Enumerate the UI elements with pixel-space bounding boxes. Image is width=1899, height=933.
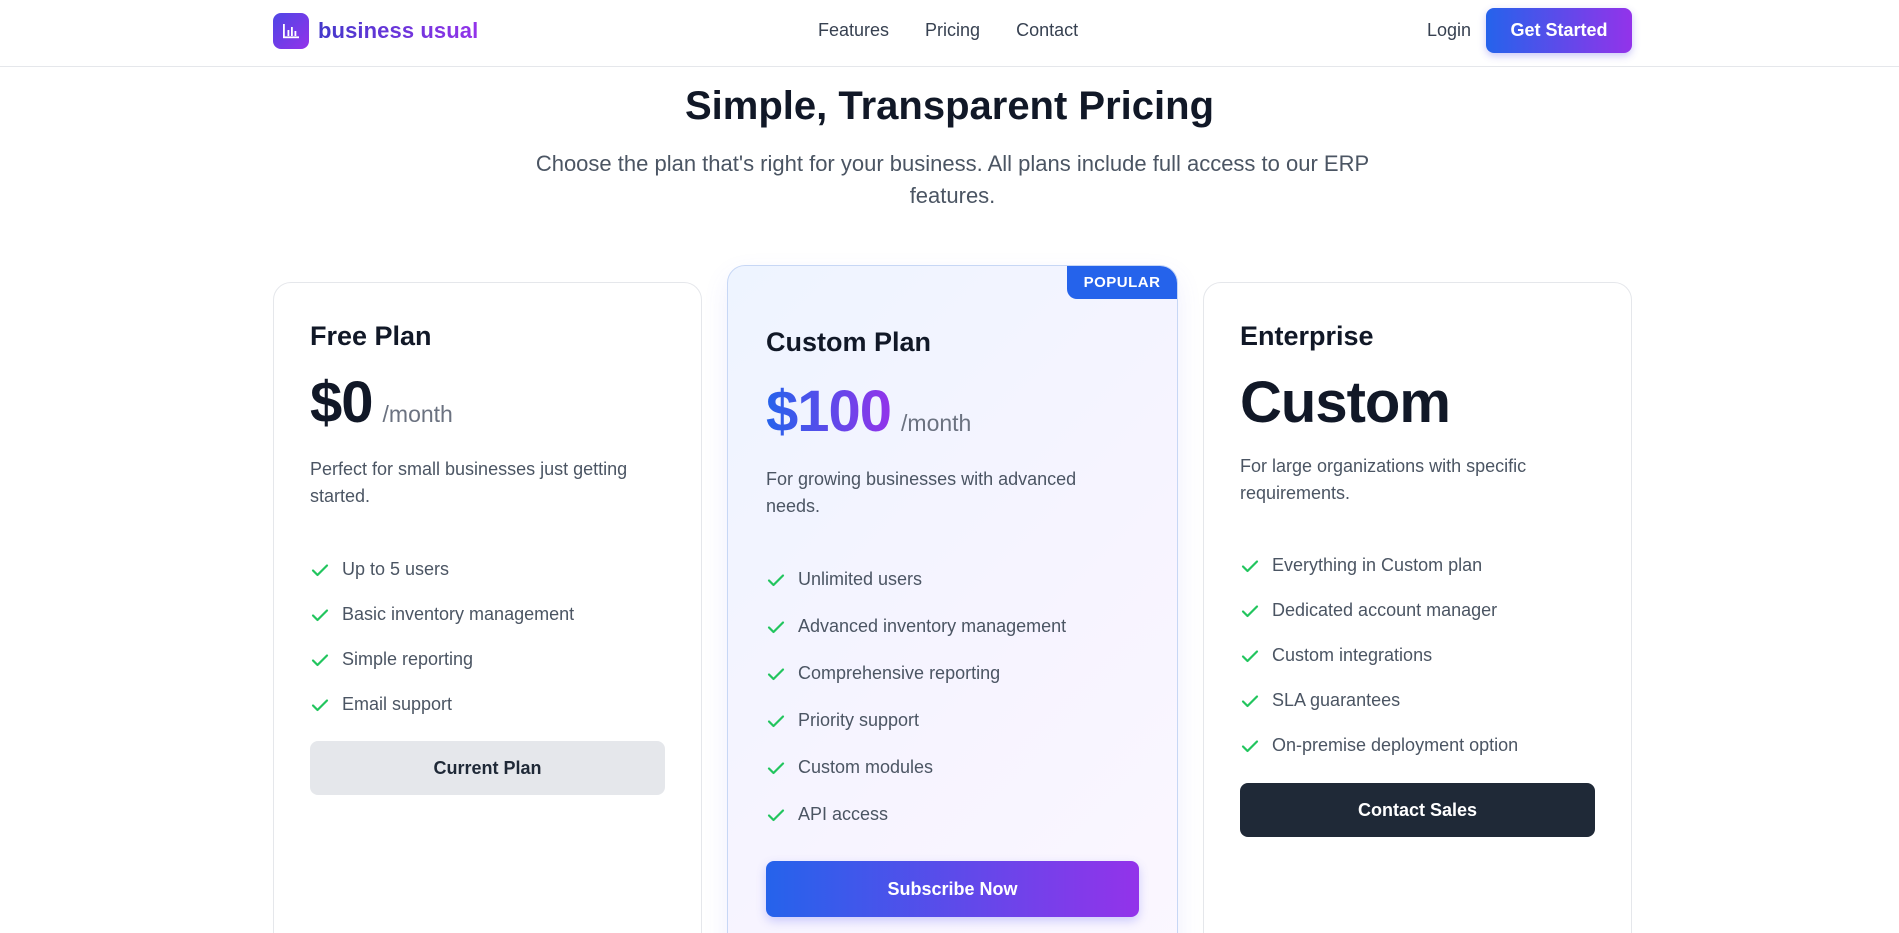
plan-description: For large organizations with specific re… <box>1240 456 1527 503</box>
price-period: /month <box>382 401 453 427</box>
pricing-card-custom: POPULAR Custom Plan $100 /month For grow… <box>727 265 1178 933</box>
plan-price: $100 /month <box>766 378 971 445</box>
plan-description: For growing businesses with advanced nee… <box>766 469 1077 516</box>
subscribe-now-button[interactable]: Subscribe Now <box>766 861 1139 917</box>
feature-item: Up to 5 users <box>310 547 574 592</box>
check-icon <box>1241 739 1259 752</box>
page-title: Simple, Transparent Pricing <box>684 84 1215 128</box>
plan-price: $0 /month <box>310 369 453 436</box>
popular-badge: POPULAR <box>1067 266 1177 299</box>
feature-item: Advanced inventory management <box>766 603 1066 650</box>
check-icon <box>767 761 785 774</box>
feature-item: Simple reporting <box>310 637 574 682</box>
current-plan-button[interactable]: Current Plan <box>310 741 665 795</box>
feature-item: Dedicated account manager <box>1240 588 1518 633</box>
feature-list: Everything in Custom plan Dedicated acco… <box>1240 543 1518 768</box>
brand-logo[interactable]: business usual <box>273 13 478 49</box>
check-icon <box>767 808 785 821</box>
plan-name: Custom Plan <box>766 327 932 357</box>
check-icon <box>1241 694 1259 707</box>
top-nav-bar: business usual Features Pricing Contact … <box>0 0 1899 67</box>
plan-price: Custom <box>1240 369 1451 436</box>
check-icon <box>311 608 329 621</box>
pricing-card-free: Free Plan $0 /month Perfect for small bu… <box>273 282 702 933</box>
check-icon <box>767 620 785 633</box>
price-amount: $0 <box>310 370 374 435</box>
pricing-card-enterprise: Enterprise Custom For large organization… <box>1203 282 1632 933</box>
nav-link-contact[interactable]: Contact <box>1016 20 1078 41</box>
nav-link-pricing[interactable]: Pricing <box>925 20 980 41</box>
check-icon <box>767 714 785 727</box>
plan-name: Enterprise <box>1240 321 1374 351</box>
feature-item: Comprehensive reporting <box>766 650 1066 697</box>
price-amount: $100 <box>766 379 892 444</box>
feature-list: Unlimited users Advanced inventory manag… <box>766 556 1066 838</box>
brand-name: business usual <box>318 18 479 43</box>
price-period: /month <box>901 410 972 436</box>
feature-item: Basic inventory management <box>310 592 574 637</box>
contact-sales-button[interactable]: Contact Sales <box>1240 783 1595 837</box>
check-icon <box>311 653 329 666</box>
feature-list: Up to 5 users Basic inventory management… <box>310 547 574 727</box>
feature-item: Custom integrations <box>1240 633 1518 678</box>
feature-item: API access <box>766 791 1066 838</box>
check-icon <box>1241 649 1259 662</box>
get-started-button[interactable]: Get Started <box>1486 8 1632 53</box>
feature-item: Email support <box>310 682 574 727</box>
price-amount: Custom <box>1240 370 1451 435</box>
feature-item: Everything in Custom plan <box>1240 543 1518 588</box>
feature-item: On-premise deployment option <box>1240 723 1518 768</box>
check-icon <box>311 698 329 711</box>
check-icon <box>767 667 785 680</box>
bar-chart-icon <box>273 13 309 49</box>
feature-item: Custom modules <box>766 744 1066 791</box>
feature-item: Unlimited users <box>766 556 1066 603</box>
page-subtitle: Choose the plan that's right for your bu… <box>535 151 1370 208</box>
login-link[interactable]: Login <box>1427 20 1471 41</box>
plan-name: Free Plan <box>310 321 432 351</box>
check-icon <box>1241 559 1259 572</box>
plan-description: Perfect for small businesses just gettin… <box>310 459 628 506</box>
check-icon <box>311 563 329 576</box>
feature-item: SLA guarantees <box>1240 678 1518 723</box>
check-icon <box>767 573 785 586</box>
check-icon <box>1241 604 1259 617</box>
feature-item: Priority support <box>766 697 1066 744</box>
nav-link-features[interactable]: Features <box>818 20 889 41</box>
main-nav: Features Pricing Contact <box>818 20 1078 41</box>
